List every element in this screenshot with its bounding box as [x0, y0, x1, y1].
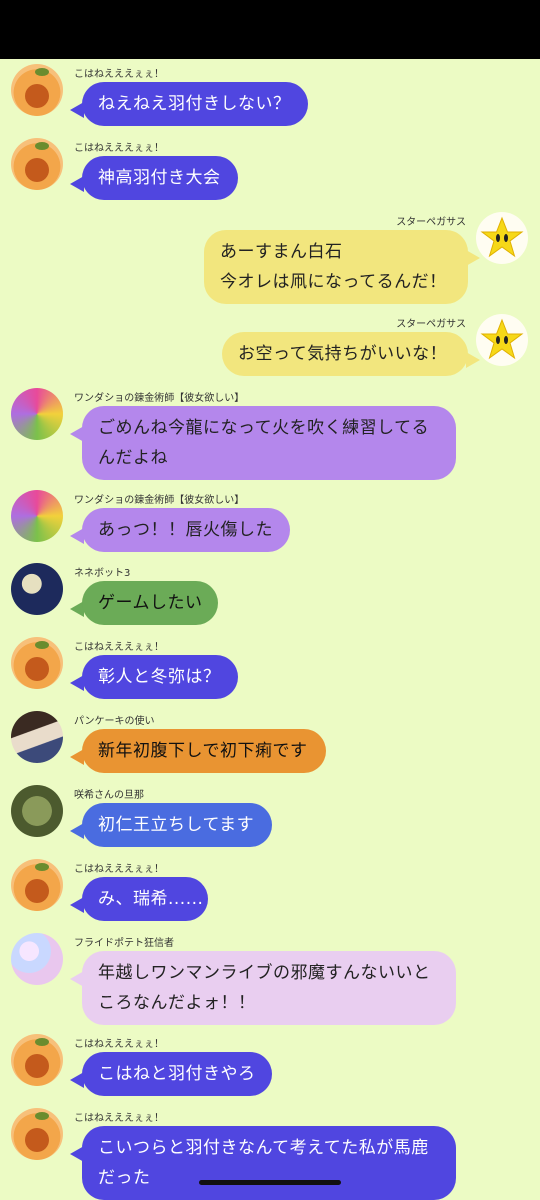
sender-name: こはねえええぇぇ！	[74, 864, 164, 875]
chat-message: フライドポテト狂信者 年越しワンマンライブの邪魔すんないいと ころなんだよォ！！	[0, 931, 540, 1029]
chat-message: スターペガサス お空って気持ちがいいな！	[0, 312, 540, 382]
chat-message: ネネボット3 ゲームしたい	[0, 561, 540, 631]
message-text: 彰人と冬弥は？	[98, 667, 221, 687]
message-text: お空って気持ちがいいな！	[238, 344, 448, 364]
message-text: 初仁王立ちしてます	[98, 815, 255, 835]
night-icon[interactable]	[11, 563, 63, 615]
message-text: ごめんね今龍になって火を吹く練習してる	[98, 418, 430, 438]
peach-icon[interactable]	[11, 64, 63, 116]
message-bubble[interactable]: 年越しワンマンライブの邪魔すんないいと ころなんだよォ！！	[82, 951, 456, 1025]
peach-icon[interactable]	[11, 859, 63, 911]
message-text: 年越しワンマンライブの邪魔すんないいと	[98, 963, 431, 983]
sender-name: こはねえええぇぇ！	[74, 642, 164, 653]
sender-name: 咲希さんの旦那	[74, 790, 144, 801]
bubble-tail	[466, 250, 480, 266]
message-bubble[interactable]: こはねと羽付きやろ	[82, 1052, 272, 1096]
candy-icon[interactable]	[11, 490, 63, 542]
message-bubble[interactable]: あっつ！！唇火傷した	[82, 508, 290, 552]
message-bubble[interactable]: ねえねえ羽付きしない？	[82, 82, 308, 126]
sender-name: こはねえええぇぇ！	[74, 69, 164, 80]
message-bubble[interactable]: お空って気持ちがいいな！	[222, 332, 468, 376]
peach-icon[interactable]	[11, 1034, 63, 1086]
peach-icon[interactable]	[11, 138, 63, 190]
glitter-icon[interactable]	[11, 933, 63, 985]
sender-name: ワンダショの錬金術師【彼女欲しい】	[74, 495, 245, 506]
chat-message: こはねえええぇぇ！ こはねと羽付きやろ	[0, 1032, 540, 1102]
message-bubble[interactable]: ゲームしたい	[82, 581, 218, 625]
message-bubble[interactable]: 初仁王立ちしてます	[82, 803, 272, 847]
message-text: 神高羽付き大会	[98, 168, 221, 188]
message-text: ころなんだよォ！！	[98, 993, 256, 1013]
message-bubble[interactable]: こいつらと羽付きなんて考えてた私が馬鹿 だった	[82, 1126, 456, 1200]
sender-name: フライドポテト狂信者	[74, 938, 174, 949]
message-text: あーすまん白石	[220, 242, 343, 262]
message-text: み、瑞希......	[98, 889, 204, 909]
chat-message: こはねえええぇぇ！ み、瑞希......	[0, 857, 540, 927]
message-bubble[interactable]: 神高羽付き大会	[82, 156, 238, 200]
chat-message: パンケーキの使い 新年初腹下しで初下痢です	[0, 709, 540, 779]
message-text: ゲームしたい	[98, 593, 203, 613]
bubble-tail	[466, 352, 480, 368]
message-text: 今オレは凧になってるんだ！	[220, 272, 447, 292]
sender-name: ネネボット3	[74, 568, 131, 579]
sender-name: パンケーキの使い	[74, 716, 155, 727]
chat-message: ワンダショの錬金術師【彼女欲しい】 ごめんね今龍になって火を吹く練習してる んだ…	[0, 386, 540, 484]
message-text: 新年初腹下しで初下痢です	[98, 741, 308, 761]
sender-name: スターペガサス	[396, 319, 466, 330]
chat-message: こはねえええぇぇ！ 彰人と冬弥は？	[0, 635, 540, 705]
sender-name: こはねえええぇぇ！	[74, 1039, 164, 1050]
sender-name: スターペガサス	[396, 217, 466, 228]
chat-message: こはねえええぇぇ！ 神高羽付き大会	[0, 136, 540, 206]
chat-message: ワンダショの錬金術師【彼女欲しい】 あっつ！！唇火傷した	[0, 488, 540, 558]
message-bubble[interactable]: あーすまん白石 今オレは凧になってるんだ！	[204, 230, 468, 304]
message-text: んだよね	[98, 448, 168, 468]
message-text: こはねと羽付きやろ	[98, 1064, 256, 1084]
star-icon[interactable]	[476, 314, 528, 366]
home-indicator[interactable]	[199, 1180, 341, 1185]
message-text: ねえねえ羽付きしない？	[98, 94, 291, 114]
star-icon[interactable]	[476, 212, 528, 264]
chat-log[interactable]: こはねえええぇぇ！ ねえねえ羽付きしない？ こはねえええぇぇ！ 神高羽付き大会 …	[0, 0, 540, 1200]
anime-boy-icon[interactable]	[11, 711, 63, 763]
chat-message: 咲希さんの旦那 初仁王立ちしてます	[0, 783, 540, 853]
peach-icon[interactable]	[11, 637, 63, 689]
chat-message: スターペガサス あーすまん白石 今オレは凧になってるんだ！	[0, 210, 540, 308]
message-text: こいつらと羽付きなんて考えてた私が馬鹿	[98, 1138, 429, 1158]
sender-name: こはねえええぇぇ！	[74, 1113, 164, 1124]
chat-message: こはねえええぇぇ！ こいつらと羽付きなんて考えてた私が馬鹿 だった	[0, 1106, 540, 1200]
sender-name: こはねえええぇぇ！	[74, 143, 164, 154]
peach-icon[interactable]	[11, 1108, 63, 1160]
message-bubble[interactable]: 新年初腹下しで初下痢です	[82, 729, 326, 773]
chat-message: こはねえええぇぇ！ ねえねえ羽付きしない？	[0, 62, 540, 132]
sender-name: ワンダショの錬金術師【彼女欲しい】	[74, 393, 245, 404]
candy-icon[interactable]	[11, 388, 63, 440]
message-text: あっつ！！唇火傷した	[98, 520, 273, 540]
plant-icon[interactable]	[11, 785, 63, 837]
message-text: だった	[98, 1168, 151, 1188]
message-bubble[interactable]: み、瑞希......	[82, 877, 208, 921]
message-bubble[interactable]: 彰人と冬弥は？	[82, 655, 238, 699]
message-bubble[interactable]: ごめんね今龍になって火を吹く練習してる んだよね	[82, 406, 456, 480]
